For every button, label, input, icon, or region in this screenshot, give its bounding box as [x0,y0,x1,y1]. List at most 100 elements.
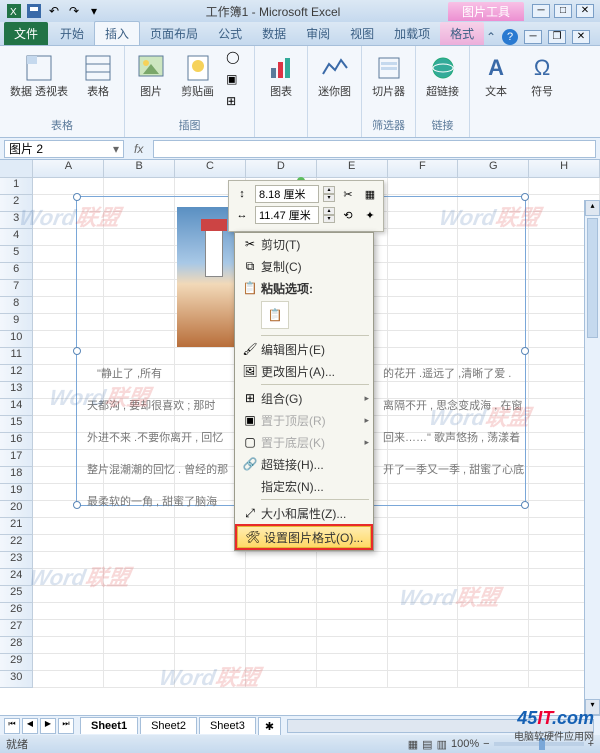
tab-page-layout[interactable]: 页面布局 [140,22,208,45]
chart-button[interactable]: 图表 [263,50,299,101]
effects-icon[interactable]: ✦ [361,206,379,224]
row-header[interactable]: 27 [0,620,33,637]
cell[interactable] [458,178,529,195]
cell[interactable] [104,518,175,535]
tab-file[interactable]: 文件 [4,22,48,45]
rotate-icon[interactable]: ⟲ [339,206,357,224]
sheet-tab-1[interactable]: Sheet1 [80,717,138,734]
menu-edit-picture[interactable]: 🖌编辑图片(E) [235,338,373,360]
height-up-button[interactable]: ▴ [323,186,335,194]
menu-bring-front[interactable]: ▣置于顶层(R)▸ [235,409,373,431]
maximize-button[interactable]: □ [554,4,572,18]
row-header[interactable]: 9 [0,314,33,331]
cell[interactable] [175,637,246,654]
sheet-first-button[interactable]: ⏮ [4,718,20,734]
width-up-button[interactable]: ▴ [323,207,335,215]
zoom-level[interactable]: 100% [451,738,479,750]
row-header[interactable]: 30 [0,671,33,688]
name-box-dropdown-icon[interactable]: ▾ [113,142,119,156]
cell[interactable] [317,569,388,586]
cell[interactable] [388,552,459,569]
row-header[interactable]: 22 [0,535,33,552]
tab-format[interactable]: 格式 [440,22,484,45]
resize-handle-sw[interactable] [73,501,81,509]
redo-icon[interactable]: ↷ [66,3,82,19]
pivot-table-button[interactable]: 数据 透视表 [8,50,70,101]
close-button[interactable]: ✕ [576,4,594,18]
cell[interactable] [388,654,459,671]
cell[interactable] [317,620,388,637]
picture-button[interactable]: 图片 [133,50,169,114]
menu-group[interactable]: ⊞组合(G)▸ [235,387,373,409]
workbook-close-button[interactable]: ✕ [572,30,590,44]
row-header[interactable]: 18 [0,467,33,484]
cell[interactable] [104,620,175,637]
col-header[interactable]: B [104,160,175,177]
cell[interactable] [317,586,388,603]
hyperlink-button[interactable]: 超链接 [424,50,461,101]
row-header[interactable]: 26 [0,603,33,620]
formula-input[interactable] [153,140,596,158]
row-header[interactable]: 15 [0,416,33,433]
slicer-button[interactable]: 切片器 [370,50,407,101]
sheet-next-button[interactable]: ▶ [40,718,56,734]
clipart-button[interactable]: 剪贴画 [179,50,216,114]
menu-hyperlink[interactable]: 🔗超链接(H)... [235,453,373,475]
col-header[interactable]: G [458,160,529,177]
text-button[interactable]: A文本 [478,50,514,101]
table-button[interactable]: 表格 [80,50,116,101]
tab-addins[interactable]: 加载项 [384,22,440,45]
cell[interactable] [175,586,246,603]
cell[interactable] [104,535,175,552]
resize-handle-se[interactable] [521,501,529,509]
scroll-thumb[interactable] [587,218,598,338]
save-icon[interactable] [26,3,42,19]
screenshot-icon[interactable]: ⊞ [226,94,246,114]
row-header[interactable]: 11 [0,348,33,365]
col-header[interactable]: H [529,160,600,177]
menu-assign-macro[interactable]: 指定宏(N)... [235,475,373,497]
smartart-icon[interactable]: ▣ [226,72,246,92]
cell[interactable] [458,654,529,671]
minimize-button[interactable]: ─ [532,4,550,18]
cell[interactable] [175,603,246,620]
sheet-tab-2[interactable]: Sheet2 [140,717,197,734]
cell[interactable] [246,552,317,569]
cell[interactable] [388,518,459,535]
vertical-scrollbar[interactable]: ▴ ▾ [584,200,600,715]
sheet-last-button[interactable]: ⏭ [58,718,74,734]
row-header[interactable]: 8 [0,297,33,314]
cell[interactable] [33,535,104,552]
height-input[interactable] [255,185,319,203]
cell[interactable] [458,637,529,654]
cell[interactable] [317,671,388,688]
menu-change-picture[interactable]: 🖼更改图片(A)... [235,360,373,382]
tab-formula[interactable]: 公式 [208,22,252,45]
cell[interactable] [175,569,246,586]
cell[interactable] [458,552,529,569]
cell[interactable] [388,671,459,688]
cell[interactable] [458,620,529,637]
align-icon[interactable]: ▦ [361,185,379,203]
row-header[interactable]: 5 [0,246,33,263]
cell[interactable] [246,603,317,620]
cell[interactable] [458,671,529,688]
scroll-up-button[interactable]: ▴ [585,200,600,216]
row-header[interactable]: 17 [0,450,33,467]
resize-handle-e[interactable] [521,347,529,355]
col-header[interactable]: E [317,160,388,177]
fx-icon[interactable]: fx [128,142,149,156]
cell[interactable] [104,603,175,620]
row-header[interactable]: 20 [0,501,33,518]
sheet-prev-button[interactable]: ◀ [22,718,38,734]
row-header[interactable]: 12 [0,365,33,382]
row-header[interactable]: 13 [0,382,33,399]
cell[interactable] [317,552,388,569]
cell[interactable] [246,569,317,586]
cell[interactable] [317,654,388,671]
row-header[interactable]: 16 [0,433,33,450]
qat-dropdown-icon[interactable]: ▾ [86,3,102,19]
col-header[interactable]: F [388,160,459,177]
view-break-icon[interactable]: ▥ [437,738,447,751]
cell[interactable] [175,620,246,637]
